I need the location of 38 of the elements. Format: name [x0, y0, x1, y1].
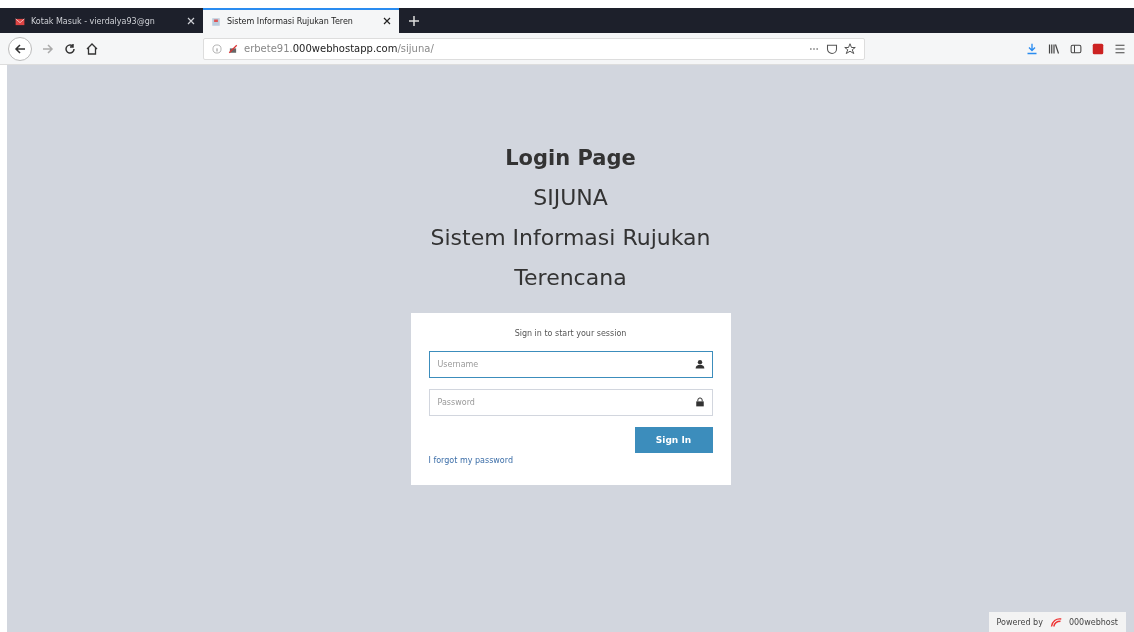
extension-icon[interactable]: [1092, 42, 1104, 55]
username-field[interactable]: Username: [428, 351, 713, 378]
powered-by-badge[interactable]: Powered by 000webhost: [988, 612, 1126, 632]
url-text: erbete91.000webhostapp.com/sijuna/: [244, 43, 435, 54]
library-icon[interactable]: [1048, 42, 1060, 55]
home-icon[interactable]: [86, 42, 98, 55]
forgot-password-link[interactable]: I forgot my password: [428, 456, 513, 465]
page-icon: [211, 16, 221, 27]
plus-icon[interactable]: [409, 15, 419, 26]
browser-tab[interactable]: Kotak Masuk - vierdalya93@gn: [7, 8, 203, 33]
tab-title: Kotak Masuk - vierdalya93@gn: [31, 17, 156, 26]
brand-text: 000webhost: [1068, 617, 1118, 627]
sign-in-button[interactable]: Sign In: [634, 427, 713, 453]
lock-icon: [694, 397, 705, 407]
menu-icon[interactable]: [1114, 42, 1126, 55]
login-message: Sign in to start your session: [513, 329, 628, 338]
powered-by-text: Powered by: [996, 617, 1043, 627]
page-subtitle: Terencana: [514, 264, 627, 292]
page-title: Login Page: [505, 145, 636, 172]
close-icon[interactable]: [187, 16, 195, 27]
tab-title: Sistem Informasi Rujukan Teren: [227, 17, 354, 26]
insecure-lock-icon: [228, 43, 238, 54]
arrow-left-icon: [14, 42, 26, 55]
page-subtitle: Sistem Informasi Rujukan: [430, 224, 711, 252]
sidebar-icon[interactable]: [1070, 42, 1082, 55]
reload-icon[interactable]: [64, 42, 76, 55]
password-field[interactable]: Password: [428, 389, 713, 416]
info-icon: [212, 43, 222, 54]
browser-tab[interactable]: Sistem Informasi Rujukan Teren: [203, 8, 399, 33]
back-button[interactable]: [8, 36, 32, 61]
star-icon[interactable]: [844, 42, 856, 55]
close-icon[interactable]: [383, 16, 391, 27]
address-bar[interactable]: erbete91.000webhostapp.com/sijuna/: [203, 37, 865, 60]
page-subtitle: SIJUNA: [533, 184, 608, 212]
user-icon: [694, 359, 705, 369]
pocket-icon[interactable]: [826, 42, 838, 55]
mail-icon: [15, 16, 25, 27]
download-icon[interactable]: [1026, 42, 1038, 55]
